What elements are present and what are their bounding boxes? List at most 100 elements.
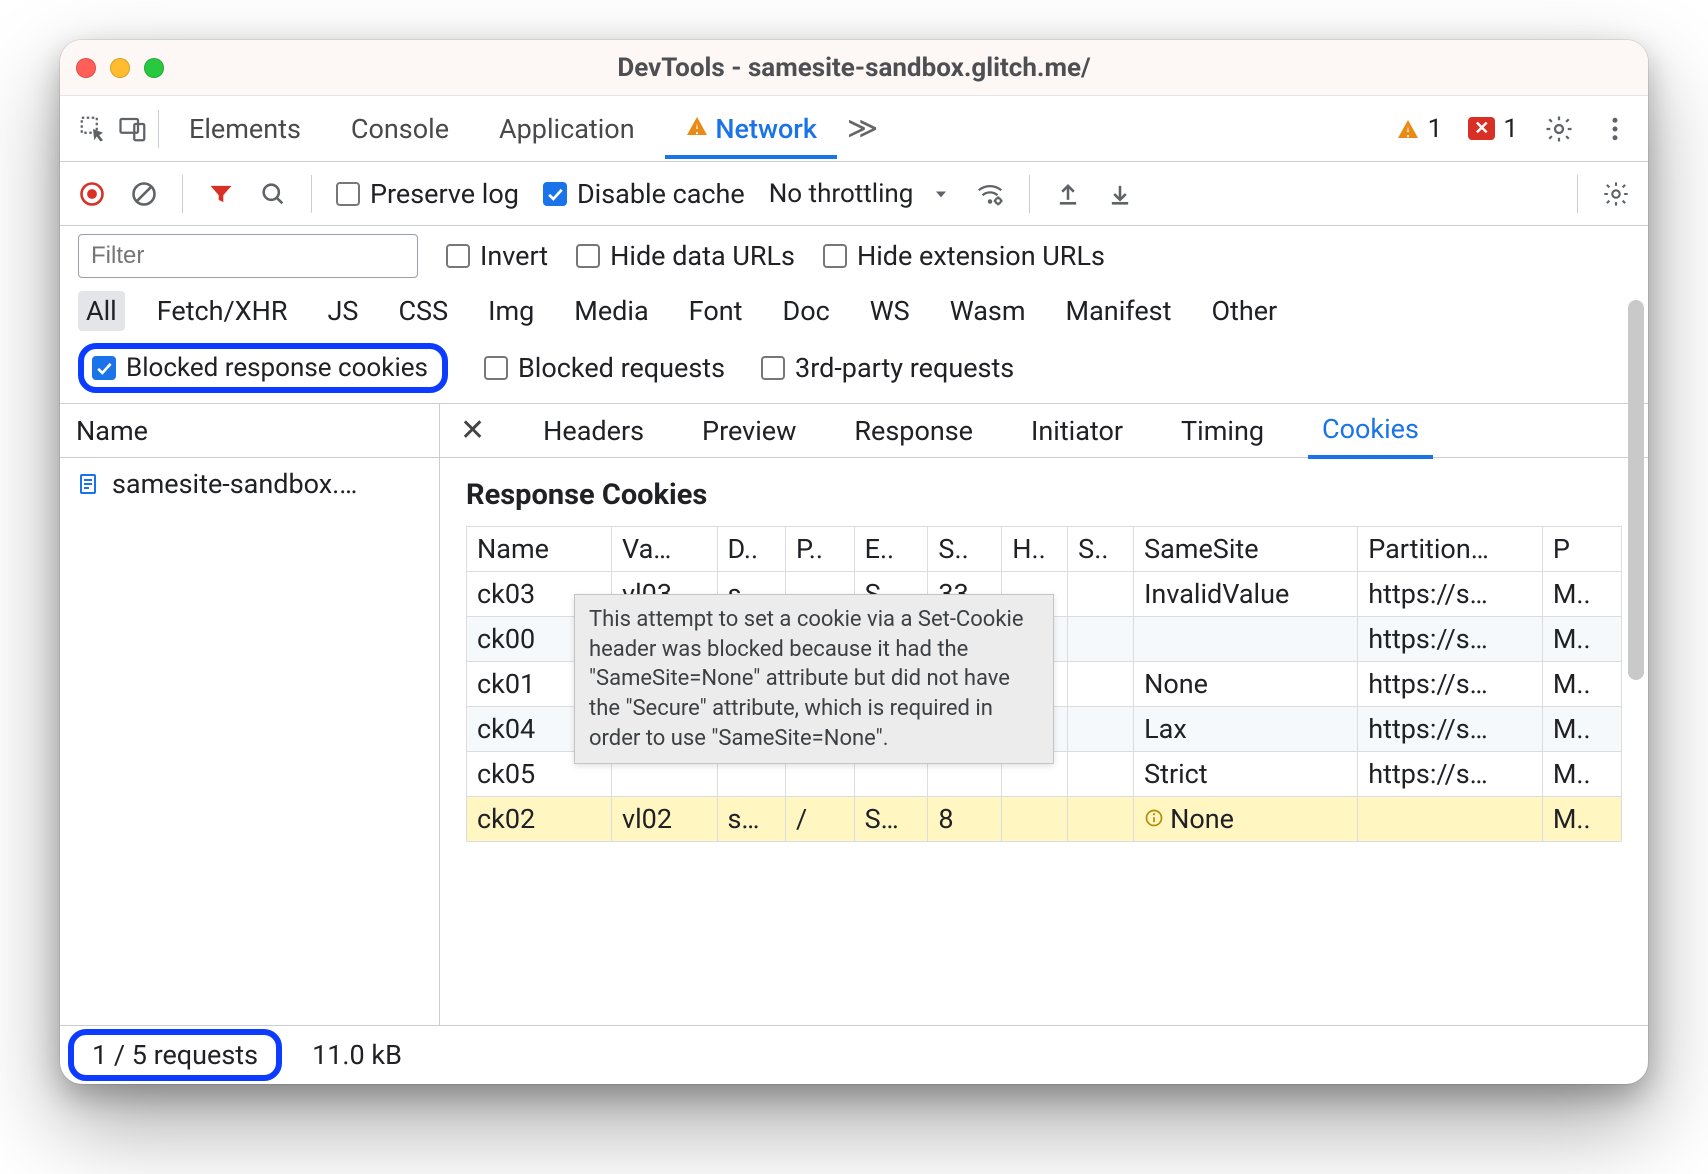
cookie-cell: None	[1134, 662, 1358, 707]
device-toolbar-icon[interactable]	[118, 114, 148, 144]
type-filter-all[interactable]: All	[78, 291, 125, 331]
info-icon	[1144, 803, 1170, 835]
chevron-down-icon	[931, 184, 951, 204]
cookies-header-cell[interactable]: S..	[1068, 527, 1134, 572]
cookies-header-cell[interactable]: H..	[1002, 527, 1068, 572]
detail-tab-timing[interactable]: Timing	[1167, 405, 1278, 457]
cookie-cell	[1068, 797, 1134, 842]
request-row[interactable]: samesite-sandbox.…	[60, 458, 439, 510]
cookie-cell	[612, 707, 717, 752]
record-button[interactable]	[78, 180, 106, 208]
errors-badge[interactable]: ✕ 1	[1468, 114, 1518, 144]
warnings-badge[interactable]: 1	[1396, 114, 1443, 144]
detail-tab-cookies[interactable]: Cookies	[1308, 404, 1433, 459]
checkbox-icon	[576, 244, 600, 268]
cookie-row[interactable]: ck04Laxhttps://s…M..	[467, 707, 1622, 752]
upload-icon[interactable]	[1054, 180, 1082, 208]
preserve-log-checkbox[interactable]: Preserve log	[336, 178, 519, 210]
close-details-button[interactable]: ✕	[460, 413, 499, 448]
type-filter-img[interactable]: Img	[480, 291, 542, 331]
type-filter-fetchxhr[interactable]: Fetch/XHR	[149, 291, 296, 331]
cookie-row[interactable]: ck05Stricthttps://s…M..	[467, 752, 1622, 797]
cookie-cell: ck03	[467, 572, 612, 617]
cookies-header-cell[interactable]: D..	[717, 527, 786, 572]
cookie-cell: Strict	[1134, 752, 1358, 797]
cookie-cell	[928, 662, 1002, 707]
cookie-cell: https://s…	[1358, 662, 1543, 707]
search-icon[interactable]	[259, 180, 287, 208]
warn-count: 1	[1428, 114, 1443, 144]
cookie-cell: https://s…	[1358, 572, 1543, 617]
type-filter-manifest[interactable]: Manifest	[1058, 291, 1180, 331]
type-filter-js[interactable]: JS	[320, 291, 367, 331]
third-party-label: 3rd-party requests	[795, 352, 1014, 384]
cookie-cell: InvalidValue	[1134, 572, 1358, 617]
detail-tab-preview[interactable]: Preview	[688, 405, 810, 457]
cookie-row[interactable]: ck00vl00s…/S…18https://s…M..	[467, 617, 1622, 662]
cookie-row[interactable]: ck01Nonehttps://s…M..	[467, 662, 1622, 707]
cookie-cell	[786, 572, 855, 617]
cookies-header-cell[interactable]: E..	[854, 527, 928, 572]
window-title: DevTools - samesite-sandbox.glitch.me/	[60, 53, 1648, 83]
detail-tab-initiator[interactable]: Initiator	[1017, 405, 1137, 457]
hide-ext-urls-checkbox[interactable]: Hide extension URLs	[823, 240, 1105, 272]
kebab-icon[interactable]	[1600, 114, 1630, 144]
type-filter-media[interactable]: Media	[566, 291, 656, 331]
cookies-header-cell[interactable]: SameSite	[1134, 527, 1358, 572]
cookie-cell: ck00	[467, 617, 612, 662]
cookie-cell: Lax	[1134, 707, 1358, 752]
inspect-element-icon[interactable]	[78, 114, 108, 144]
document-icon	[76, 472, 100, 496]
gear-icon[interactable]	[1544, 114, 1574, 144]
detail-tab-headers[interactable]: Headers	[529, 405, 658, 457]
detail-tab-response[interactable]: Response	[840, 405, 987, 457]
scrollbar-thumb[interactable]	[1628, 300, 1644, 680]
tab-network[interactable]: Network	[665, 99, 837, 159]
tab-console[interactable]: Console	[331, 99, 469, 159]
blocked-cookies-label: Blocked response cookies	[126, 353, 428, 383]
type-filter-other[interactable]: Other	[1203, 291, 1285, 331]
type-filter-css[interactable]: CSS	[390, 291, 456, 331]
cookie-cell: s…	[717, 572, 786, 617]
detail-tabs: ✕ Headers Preview Response Initiator Timing C…	[440, 404, 1648, 458]
download-icon[interactable]	[1106, 180, 1134, 208]
invert-checkbox[interactable]: Invert	[446, 240, 548, 272]
blocked-cookies-checkbox[interactable]: Blocked response cookies	[78, 343, 448, 393]
blocked-filter-row: Blocked response cookies Blocked request…	[60, 338, 1648, 404]
third-party-checkbox[interactable]: 3rd-party requests	[761, 352, 1014, 384]
cookies-header-cell[interactable]: P..	[786, 527, 855, 572]
gear-icon[interactable]	[1602, 180, 1630, 208]
cookie-cell	[786, 752, 855, 797]
cookies-header-cell[interactable]: Name	[467, 527, 612, 572]
throttling-value: No throttling	[769, 179, 914, 209]
cookie-cell	[717, 662, 786, 707]
type-filter-font[interactable]: Font	[681, 291, 751, 331]
tab-application[interactable]: Application	[479, 99, 655, 159]
cookies-header-cell[interactable]: Va…	[612, 527, 717, 572]
cookie-row[interactable]: ck03vl03s…S…33InvalidValuehttps://s…M..	[467, 572, 1622, 617]
separator	[1577, 175, 1578, 213]
type-filter-ws[interactable]: WS	[862, 291, 918, 331]
cookie-row[interactable]: ck02vl02s…/S…8NoneM..	[467, 797, 1622, 842]
type-filter-wasm[interactable]: Wasm	[942, 291, 1034, 331]
cookies-header-cell[interactable]: P	[1542, 527, 1621, 572]
devtools-tabstrip: Elements Console Application Network ≫ 1…	[60, 96, 1648, 162]
cookies-header-cell[interactable]: Partition…	[1358, 527, 1543, 572]
cookies-header-cell[interactable]: S..	[928, 527, 1002, 572]
cookie-cell	[1068, 707, 1134, 752]
hide-data-urls-checkbox[interactable]: Hide data URLs	[576, 240, 795, 272]
more-tabs-button[interactable]: ≫	[847, 111, 878, 146]
disable-cache-checkbox[interactable]: Disable cache	[543, 178, 745, 210]
tab-elements[interactable]: Elements	[169, 99, 321, 159]
blocked-requests-checkbox[interactable]: Blocked requests	[484, 352, 725, 384]
resource-type-filter-row: All Fetch/XHR JS CSS Img Media Font Doc WS Wasm Ma…	[60, 286, 1648, 338]
filter-input[interactable]	[78, 234, 418, 278]
clear-button[interactable]	[130, 180, 158, 208]
type-filter-doc[interactable]: Doc	[774, 291, 837, 331]
cookie-cell: None	[1134, 797, 1358, 842]
separator	[1029, 175, 1030, 213]
response-cookies-heading: Response Cookies	[466, 478, 1622, 512]
filter-icon[interactable]	[207, 180, 235, 208]
throttling-select[interactable]: No throttling	[769, 179, 952, 209]
network-conditions-icon[interactable]	[975, 179, 1005, 209]
